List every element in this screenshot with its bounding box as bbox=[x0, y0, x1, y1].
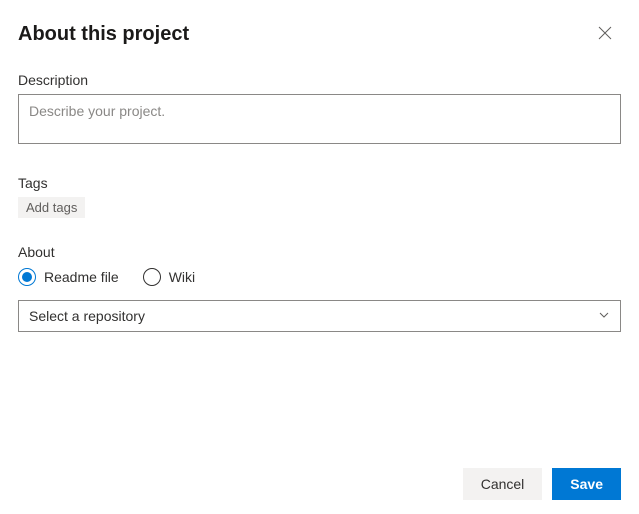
repository-select-label: Select a repository bbox=[29, 308, 145, 324]
description-label: Description bbox=[18, 72, 621, 88]
about-label: About bbox=[18, 244, 621, 260]
save-button[interactable]: Save bbox=[552, 468, 621, 500]
repository-select[interactable]: Select a repository bbox=[18, 300, 621, 332]
radio-readme-label: Readme file bbox=[44, 269, 119, 285]
close-button[interactable] bbox=[589, 18, 621, 50]
radio-wiki[interactable]: Wiki bbox=[143, 268, 195, 286]
chevron-down-icon bbox=[598, 308, 610, 324]
radio-selected-icon bbox=[18, 268, 36, 286]
radio-wiki-label: Wiki bbox=[169, 269, 195, 285]
radio-unselected-icon bbox=[143, 268, 161, 286]
description-input[interactable] bbox=[18, 94, 621, 144]
cancel-button[interactable]: Cancel bbox=[463, 468, 543, 500]
tags-label: Tags bbox=[18, 175, 621, 191]
add-tags-chip[interactable]: Add tags bbox=[18, 197, 85, 218]
radio-readme[interactable]: Readme file bbox=[18, 268, 119, 286]
close-icon bbox=[598, 26, 612, 43]
page-title: About this project bbox=[18, 23, 189, 46]
